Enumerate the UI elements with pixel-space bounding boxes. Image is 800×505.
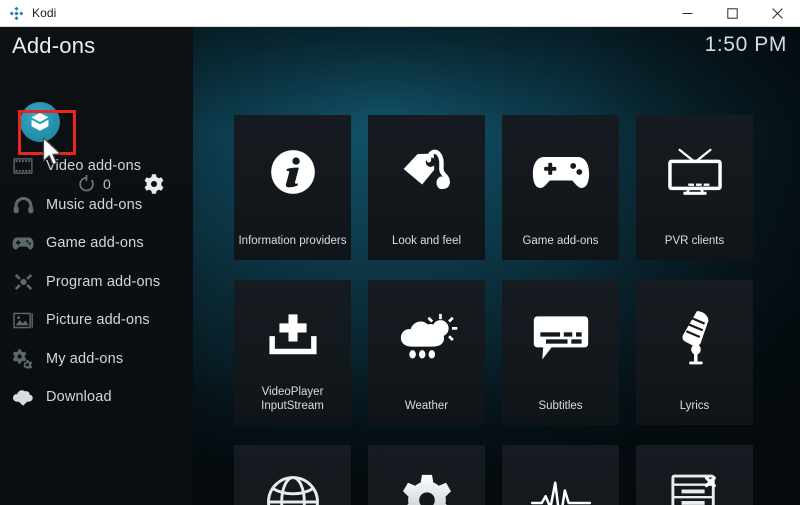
sidebar-item-label: My add-ons	[46, 351, 123, 367]
sidebar-item-game-addons[interactable]: Game add-ons	[0, 224, 193, 263]
tile-game-addons[interactable]: Game add-ons	[502, 115, 619, 260]
globe-icon	[258, 471, 328, 505]
paint-tag-icon	[392, 141, 462, 203]
tile-label: Look and feel	[368, 234, 485, 248]
sidebar-item-my-addons[interactable]: My add-ons	[0, 340, 193, 379]
clock: 1:50 PM	[705, 33, 787, 57]
gamepad-icon	[526, 141, 596, 203]
tile-label: Lyrics	[636, 399, 753, 413]
sidebar-item-music-addons[interactable]: Music add-ons	[0, 186, 193, 225]
list-remove-icon	[660, 471, 730, 505]
tile-label: Weather	[368, 399, 485, 413]
page-title: Add-ons	[12, 33, 95, 59]
cloud-download-icon	[12, 386, 34, 408]
tile-waveform[interactable]	[502, 445, 619, 505]
sidebar-item-label: Video add-ons	[46, 158, 141, 174]
tile-label: PVR clients	[636, 234, 753, 248]
window-controls	[665, 0, 800, 26]
tile-label: Information providers	[234, 234, 351, 248]
waveform-icon	[526, 471, 596, 505]
tile-label: Subtitles	[502, 399, 619, 413]
kodi-logo-icon	[9, 6, 24, 21]
tile-label: VideoPlayer InputStream	[234, 385, 351, 413]
sun-cloud-rain-icon	[392, 306, 462, 368]
sidebar-item-label: Game add-ons	[46, 235, 144, 251]
tile-settings-gear[interactable]	[368, 445, 485, 505]
sidebar-item-label: Music add-ons	[46, 197, 142, 213]
tile-list-remove[interactable]	[636, 445, 753, 505]
tile-look-and-feel[interactable]: Look and feel	[368, 115, 485, 260]
sidebar-item-video-addons[interactable]: Video add-ons	[0, 147, 193, 186]
tile-globe[interactable]	[234, 445, 351, 505]
sidebar-item-download[interactable]: Download	[0, 378, 193, 417]
gamepad-icon	[12, 232, 34, 254]
addons-toolbar: 0	[0, 83, 193, 133]
window-titlebar: Kodi	[0, 0, 800, 27]
gears-wrench-icon	[12, 348, 34, 370]
tile-weather[interactable]: Weather	[368, 280, 485, 425]
picture-frame-icon	[12, 309, 34, 331]
minimize-button[interactable]	[665, 0, 710, 26]
gear-icon	[392, 471, 462, 505]
window-title: Kodi	[32, 7, 56, 19]
info-circle-icon	[258, 141, 328, 203]
microphone-icon	[660, 306, 730, 368]
sidebar: Add-ons 0	[0, 27, 193, 505]
sidebar-item-program-addons[interactable]: Program add-ons	[0, 263, 193, 302]
television-icon	[660, 141, 730, 203]
tile-pvr-clients[interactable]: PVR clients	[636, 115, 753, 260]
tile-label: Game add-ons	[502, 234, 619, 248]
puzzle-pieces-icon	[12, 271, 34, 293]
headphones-icon	[12, 194, 34, 216]
sidebar-item-label: Picture add-ons	[46, 312, 150, 328]
kodi-addons-screen: 1:50 PM Information providers	[0, 27, 800, 505]
maximize-button[interactable]	[710, 0, 755, 26]
sidebar-item-label: Download	[46, 389, 112, 405]
install-from-repository-button[interactable]	[20, 102, 60, 142]
titlebar-left-group: Kodi	[0, 6, 56, 21]
tile-information-providers[interactable]: Information providers	[234, 115, 351, 260]
package-box-icon	[29, 111, 51, 133]
kodi-application-window: Kodi 1:50 PM	[0, 0, 800, 505]
tile-subtitles[interactable]: Subtitles	[502, 280, 619, 425]
sidebar-item-picture-addons[interactable]: Picture add-ons	[0, 301, 193, 340]
sidebar-menu: Video add-ons Music add-ons	[0, 147, 193, 417]
tile-videoplayer-inputstream[interactable]: VideoPlayer InputStream	[234, 280, 351, 425]
speech-bubble-icon	[526, 306, 596, 368]
addon-category-grid: Information providers Look and feel	[234, 115, 800, 505]
tray-plus-icon	[258, 306, 328, 368]
tile-lyrics[interactable]: Lyrics	[636, 280, 753, 425]
sidebar-item-label: Program add-ons	[46, 274, 160, 290]
close-button[interactable]	[755, 0, 800, 26]
film-strip-icon	[12, 155, 34, 177]
